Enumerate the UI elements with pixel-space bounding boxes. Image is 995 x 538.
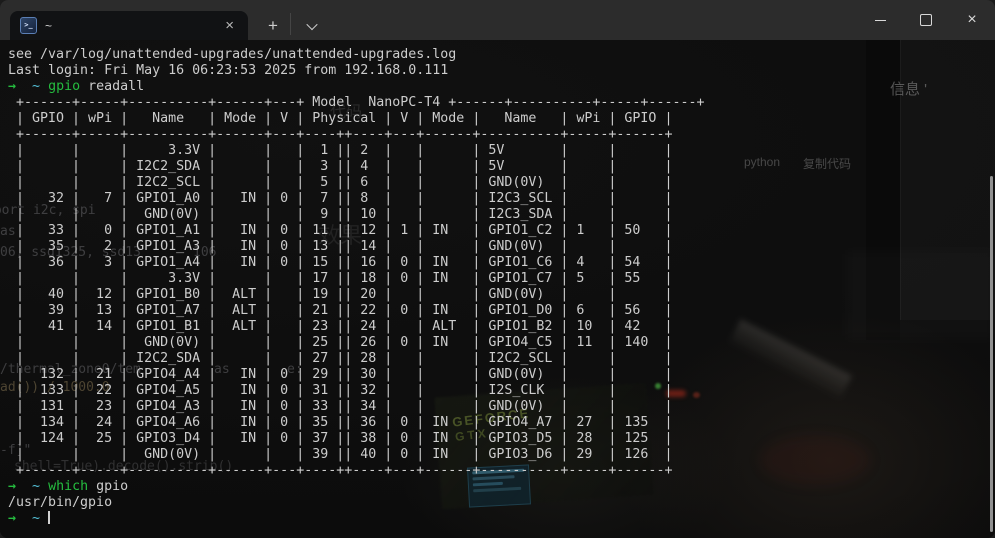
minimize-button[interactable] [857,0,903,40]
close-icon: × [967,12,976,28]
bleed-text: python [744,155,780,169]
minimize-icon [875,20,886,21]
terminal-cursor [48,511,50,524]
new-tab-button[interactable]: + [260,13,286,39]
tab-title: ~ [45,19,219,33]
window-controls: × [857,0,995,40]
maximize-icon [920,14,932,26]
terminal-content: mport i2c, spias06, ssd1325, ssd13106/th… [0,40,995,538]
maximize-button[interactable] [903,0,949,40]
powershell-terminal-icon: >_ [20,17,37,34]
terminal-window: >_ ~ × + × mport i2c, spias06, ssd1325, … [0,0,995,538]
titlebar-separator [290,13,291,35]
tab-close-icon[interactable]: × [219,16,240,35]
chevron-down-icon [306,19,317,30]
scrollbar-thumb[interactable] [990,176,993,532]
close-button[interactable]: × [949,0,995,40]
title-bar: >_ ~ × + × [0,0,995,40]
terminal-screen[interactable]: see /var/log/unattended-upgrades/unatten… [8,47,704,527]
tab-dropdown-button[interactable] [300,14,324,38]
bleed-text: 信息 ' [890,78,927,99]
bleed-text: 复制代码 [803,155,851,172]
tab-home[interactable]: >_ ~ × [10,11,248,40]
